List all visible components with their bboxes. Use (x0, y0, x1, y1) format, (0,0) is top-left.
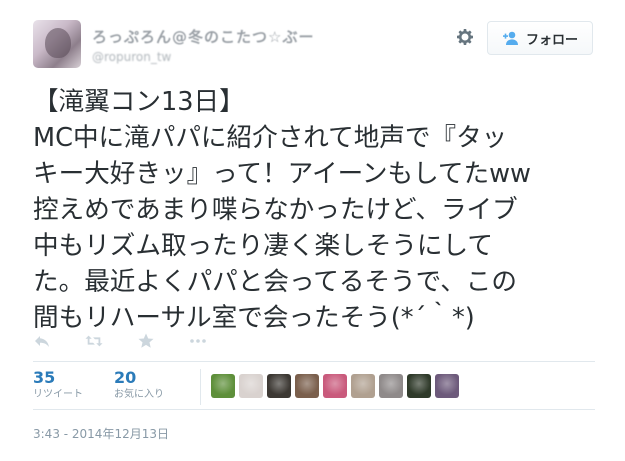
tweet-line: 控えめであまり喋らなかったけど、ライブ (33, 195, 518, 225)
tweet-actions (33, 328, 241, 354)
favoriter-avatar[interactable] (351, 374, 375, 398)
author-display-name[interactable]: ろっぷろん@冬のこたつ☆ぶー (92, 26, 314, 47)
retweet-count-label: リツイート (33, 389, 83, 400)
favorite-count-label: お気に入り (114, 389, 164, 400)
tweet-line: キー大好きッ』って！アイーンもしてたww (33, 159, 531, 189)
retweet-icon[interactable] (85, 328, 137, 354)
favoriter-avatar[interactable] (435, 374, 459, 398)
author-avatar[interactable] (33, 20, 81, 68)
favoriter-avatars (211, 374, 459, 398)
tweet-line: 【滝翼コン13日】 (33, 87, 245, 117)
favoriter-avatar[interactable] (211, 374, 235, 398)
favoriter-avatar[interactable] (323, 374, 347, 398)
stats-divider (200, 369, 201, 405)
favorite-count-value: 20 (114, 368, 137, 387)
favorite-count[interactable]: 20 お気に入り (114, 368, 164, 402)
tweet-line: た。最近よくパパと会ってるそうで、この (33, 267, 517, 297)
favoriter-avatar[interactable] (267, 374, 291, 398)
favoriter-avatar[interactable] (239, 374, 263, 398)
divider (33, 409, 595, 410)
add-user-icon (502, 31, 518, 45)
tweet-text: 【滝翼コン13日】 MC中に滝パパに紹介されて地声で『タッ キー大好きッ』って！… (33, 84, 593, 336)
reply-icon[interactable] (33, 328, 85, 354)
favoriter-avatar[interactable] (295, 374, 319, 398)
favoriter-avatar[interactable] (379, 374, 403, 398)
author-screen-name[interactable]: @ropuron_tw (92, 50, 171, 64)
favorite-icon[interactable] (137, 328, 189, 354)
retweet-count-value: 35 (33, 368, 56, 387)
follow-button[interactable]: フォロー (487, 21, 593, 55)
more-icon[interactable] (189, 328, 241, 354)
retweet-count[interactable]: 35 リツイート (33, 368, 83, 402)
tweet-line: 中もリズム取ったり凄く楽しそうにして (33, 231, 493, 261)
divider (33, 361, 595, 362)
follow-button-label: フォロー (525, 32, 578, 48)
gear-icon[interactable] (455, 27, 475, 47)
favoriter-avatar[interactable] (407, 374, 431, 398)
tweet-timestamp[interactable]: 3:43 - 2014年12月13日 (33, 425, 169, 442)
tweet-line: MC中に滝パパに紹介されて地声で『タッ (33, 123, 508, 153)
